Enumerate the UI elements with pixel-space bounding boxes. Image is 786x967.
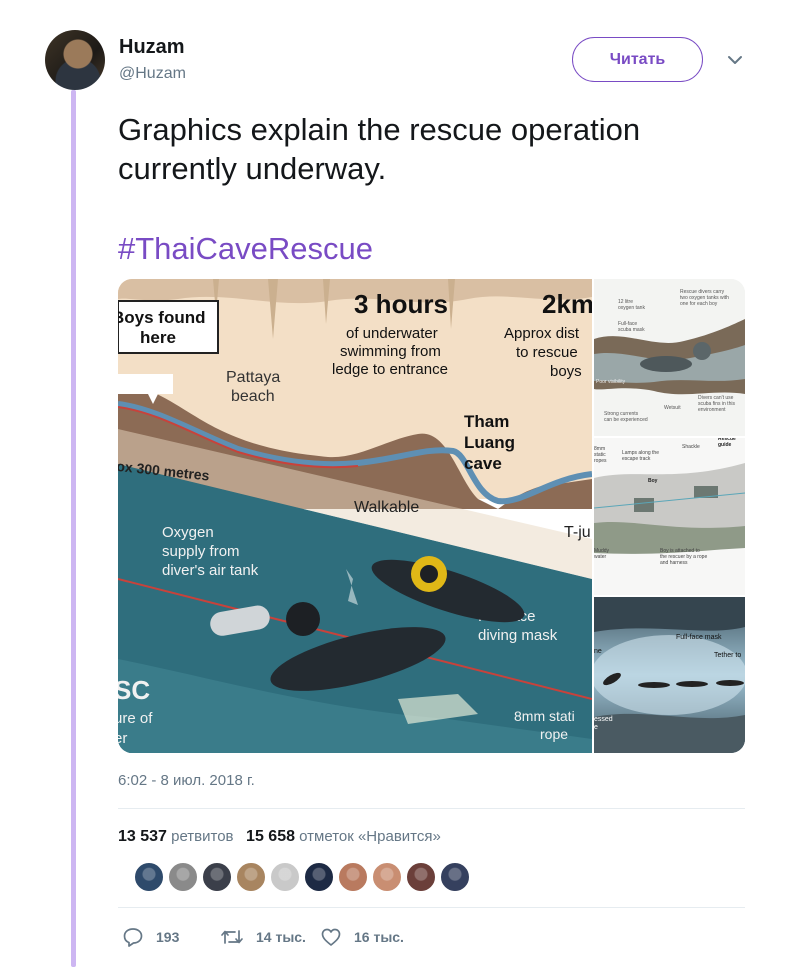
svg-text:diver's air tank: diver's air tank <box>162 562 259 579</box>
svg-text:diving mask: diving mask <box>478 627 558 644</box>
svg-text:water: water <box>594 554 607 560</box>
svg-text:and harness: and harness <box>660 560 688 566</box>
svg-text:Oxygen: Oxygen <box>162 524 214 541</box>
svg-text:scuba mask: scuba mask <box>618 327 645 333</box>
svg-text:boys: boys <box>550 363 582 380</box>
svg-text:of underwater: of underwater <box>346 325 438 342</box>
retweet-icon <box>221 930 243 944</box>
reply-button[interactable]: 193 <box>122 926 220 948</box>
svg-text:Boy: Boy <box>648 478 658 484</box>
svg-text:SC: SC <box>118 675 150 705</box>
svg-text:er: er <box>118 730 127 747</box>
media-grid: Boys found here 3 hours of underwater sw… <box>118 279 745 753</box>
user-name[interactable]: Huzam <box>119 36 185 59</box>
like-action-count: 16 тыс. <box>354 929 404 945</box>
media-image-side-3[interactable]: Full-face mask Tether to ne essed e <box>594 597 745 753</box>
media-image-main[interactable]: Boys found here 3 hours of underwater sw… <box>118 279 592 753</box>
divider <box>118 808 745 809</box>
tweet-actions: 193 14 тыс. 16 тыс. <box>122 926 404 948</box>
svg-text:Boys found: Boys found <box>118 308 206 327</box>
svg-text:oxygen tank: oxygen tank <box>618 305 645 311</box>
svg-text:8mm stati: 8mm stati <box>514 708 575 724</box>
media-image-side-1[interactable]: 12 litre oxygen tank Full-face scuba mas… <box>594 279 745 436</box>
svg-text:guide: guide <box>718 442 732 448</box>
svg-text:escape track: escape track <box>622 456 651 462</box>
svg-text:essed: essed <box>594 716 613 723</box>
liker-avatar[interactable] <box>168 862 198 892</box>
liker-avatar[interactable] <box>270 862 300 892</box>
reply-count: 193 <box>156 929 180 945</box>
reply-icon <box>123 928 143 947</box>
svg-text:Pattaya: Pattaya <box>226 369 280 386</box>
svg-text:T-ju: T-ju <box>564 524 591 541</box>
svg-text:rope: rope <box>540 726 568 742</box>
svg-text:Wetsuit: Wetsuit <box>664 405 681 411</box>
svg-text:e: e <box>594 724 598 731</box>
svg-text:one for each boy: one for each boy <box>680 301 718 307</box>
liker-avatar[interactable] <box>440 862 470 892</box>
svg-text:Walkable: Walkable <box>354 499 419 516</box>
svg-text:Tham: Tham <box>464 412 509 431</box>
svg-text:Shackle: Shackle <box>682 444 700 450</box>
liker-avatar[interactable] <box>134 862 164 892</box>
svg-text:2km: 2km <box>542 289 592 319</box>
svg-text:ne: ne <box>594 648 602 655</box>
heart-icon <box>321 928 341 946</box>
tweet-timestamp[interactable]: 6:02 - 8 июл. 2018 г. <box>118 772 255 789</box>
svg-text:supply from: supply from <box>162 543 240 560</box>
liker-avatars <box>134 862 470 892</box>
svg-text:3 hours: 3 hours <box>354 289 448 319</box>
retweet-count[interactable]: 13 537 ретвитов <box>118 828 234 845</box>
svg-text:Full-face mask: Full-face mask <box>676 634 722 641</box>
liker-avatar[interactable] <box>304 862 334 892</box>
like-count[interactable]: 15 658 отметок «Нравится» <box>246 828 441 845</box>
svg-text:environment: environment <box>698 407 726 413</box>
liker-avatar[interactable] <box>338 862 368 892</box>
svg-text:Approx dist: Approx dist <box>504 325 580 342</box>
avatar[interactable] <box>45 30 105 90</box>
follow-button[interactable]: Читать <box>572 37 703 82</box>
media-image-side-2[interactable]: 8mm static ropes Lamps along the escape … <box>594 438 745 595</box>
divider <box>118 907 745 908</box>
hashtag-link[interactable]: #ThaiCaveRescue <box>118 229 373 268</box>
svg-text:cave: cave <box>464 454 502 473</box>
svg-text:to rescue: to rescue <box>516 344 578 361</box>
thread-line <box>71 90 76 967</box>
svg-text:beach: beach <box>231 388 275 405</box>
retweet-action-count: 14 тыс. <box>256 929 306 945</box>
liker-avatar[interactable] <box>406 862 436 892</box>
chevron-down-icon[interactable] <box>725 50 745 70</box>
retweet-button[interactable]: 14 тыс. <box>220 926 320 948</box>
svg-text:can be experienced: can be experienced <box>604 417 648 423</box>
svg-text:ropes: ropes <box>594 458 607 464</box>
svg-text:here: here <box>140 328 176 347</box>
liker-avatar[interactable] <box>202 862 232 892</box>
liker-avatar[interactable] <box>372 862 402 892</box>
liker-avatar[interactable] <box>236 862 266 892</box>
tweet-stats: 13 537 ретвитов 15 658 отметок «Нравится… <box>118 828 441 846</box>
svg-text:ure of: ure of <box>118 710 153 727</box>
user-handle[interactable]: @Huzam <box>119 65 186 83</box>
like-button[interactable]: 16 тыс. <box>320 926 404 948</box>
svg-text:Poor visibility: Poor visibility <box>596 379 626 385</box>
svg-text:Luang: Luang <box>464 433 515 452</box>
svg-text:ledge to entrance: ledge to entrance <box>332 361 448 378</box>
svg-text:swimming from: swimming from <box>340 343 441 360</box>
svg-text:Tether to: Tether to <box>714 652 741 659</box>
tweet-text: Graphics explain the rescue operation cu… <box>118 112 641 186</box>
